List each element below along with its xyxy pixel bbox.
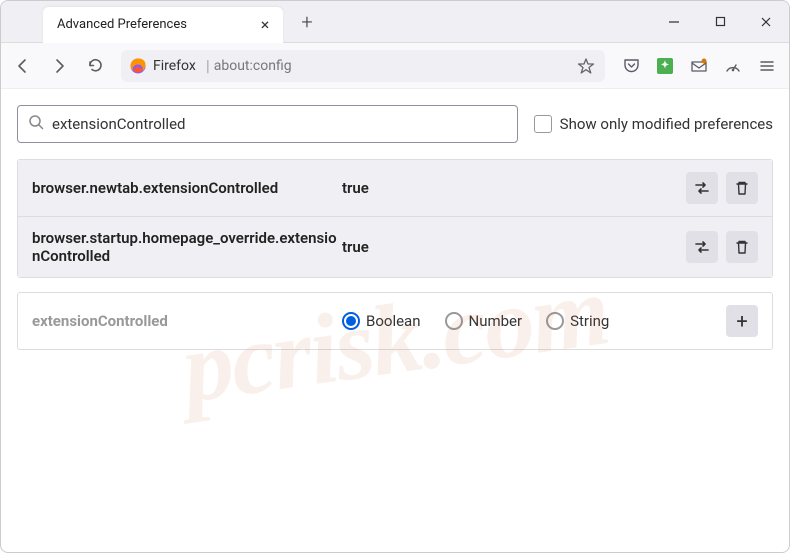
radio-label: Boolean [366, 312, 421, 330]
radio-label: String [570, 312, 609, 330]
pref-row[interactable]: browser.startup.homepage_override.extens… [18, 217, 772, 277]
extension-icon[interactable]: ✦ [649, 50, 681, 82]
dashboard-icon[interactable] [717, 50, 749, 82]
close-tab-icon[interactable]: × [255, 15, 275, 35]
checkbox-icon[interactable] [534, 115, 552, 133]
pref-name: browser.newtab.extensionControlled [32, 179, 342, 197]
pref-value: true [342, 179, 686, 197]
type-radio-group: Boolean Number String [342, 312, 726, 330]
pref-row[interactable]: browser.newtab.extensionControlled true [18, 160, 772, 217]
search-box[interactable] [17, 105, 518, 143]
browser-tab[interactable]: Advanced Preferences × [43, 7, 283, 43]
reload-button[interactable] [79, 50, 111, 82]
close-window-button[interactable] [743, 1, 789, 42]
new-pref-row: extensionControlled Boolean Number Strin… [17, 292, 773, 350]
tab-title: Advanced Preferences [57, 17, 255, 32]
radio-boolean[interactable]: Boolean [342, 312, 421, 330]
show-modified-toggle[interactable]: Show only modified preferences [534, 115, 773, 133]
firefox-icon [129, 57, 147, 75]
pref-actions [686, 172, 758, 204]
mail-icon[interactable] [683, 50, 715, 82]
pocket-icon[interactable] [615, 50, 647, 82]
window-controls [651, 1, 789, 42]
forward-button[interactable] [43, 50, 75, 82]
delete-button[interactable] [726, 231, 758, 263]
add-button[interactable]: + [726, 305, 758, 337]
pref-value: true [342, 238, 686, 256]
radio-string[interactable]: String [546, 312, 609, 330]
delete-button[interactable] [726, 172, 758, 204]
nav-toolbar: Firefox | about:config ✦ [1, 43, 789, 89]
search-input[interactable] [52, 115, 507, 133]
menu-icon[interactable] [751, 50, 783, 82]
toggle-button[interactable] [686, 172, 718, 204]
browser-window: Advanced Preferences × + [0, 0, 790, 553]
pref-table: browser.newtab.extensionControlled true … [17, 159, 773, 278]
new-tab-button[interactable]: + [293, 8, 321, 36]
pref-name: browser.startup.homepage_override.extens… [32, 229, 342, 265]
search-icon [28, 114, 44, 134]
maximize-button[interactable] [697, 1, 743, 42]
radio-dot-icon [445, 312, 463, 330]
checkbox-label-text: Show only modified preferences [560, 115, 773, 133]
bookmark-star-icon[interactable] [575, 55, 597, 77]
address-bar[interactable]: Firefox | about:config [121, 50, 605, 82]
url-separator: | [206, 56, 210, 75]
minimize-button[interactable] [651, 1, 697, 42]
toggle-button[interactable] [686, 231, 718, 263]
url-text: about:config [214, 58, 575, 74]
pref-actions [686, 231, 758, 263]
address-identity-label: Firefox [153, 58, 196, 74]
config-content: pcrisk.com Show only modified preference… [1, 89, 789, 552]
radio-dot-icon [546, 312, 564, 330]
radio-label: Number [469, 312, 523, 330]
search-row: Show only modified preferences [17, 105, 773, 143]
titlebar: Advanced Preferences × + [1, 1, 789, 43]
back-button[interactable] [7, 50, 39, 82]
new-pref-name: extensionControlled [32, 312, 342, 330]
radio-number[interactable]: Number [445, 312, 523, 330]
radio-dot-icon [342, 312, 360, 330]
